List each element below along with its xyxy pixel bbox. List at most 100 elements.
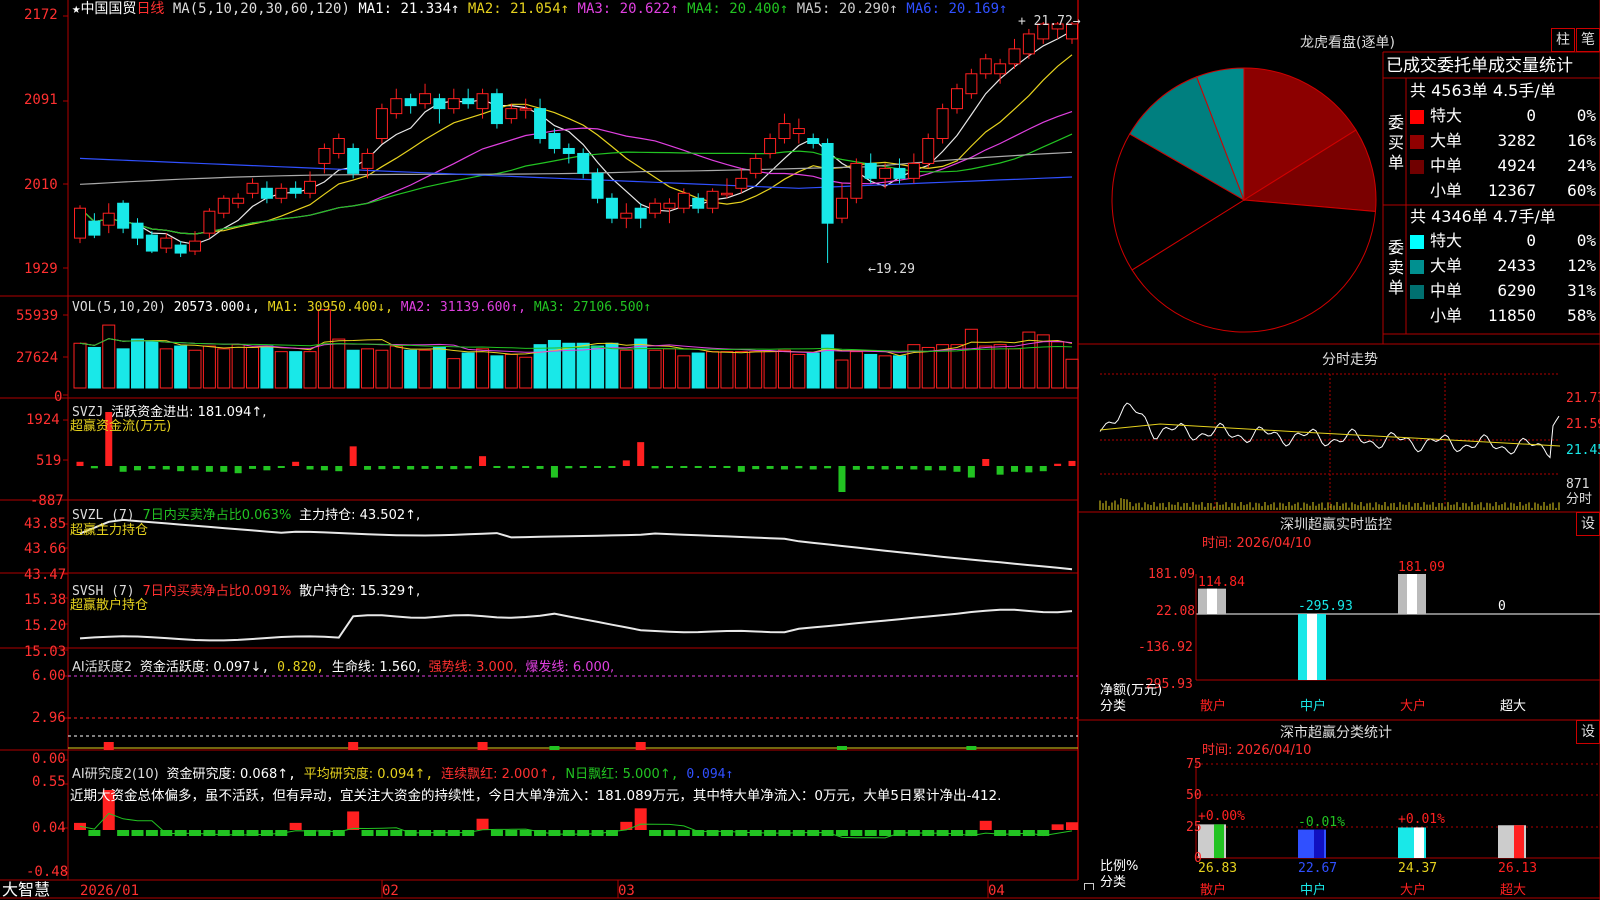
candle-body bbox=[375, 108, 388, 140]
chart-canvas[interactable] bbox=[0, 0, 1600, 900]
y-label-svsh-2: 15.03 bbox=[24, 644, 67, 660]
svzl-title: SVZL (7) bbox=[72, 508, 135, 523]
legend-swatch bbox=[1410, 184, 1424, 199]
svzj-bar bbox=[737, 466, 745, 472]
svzj-bar bbox=[723, 466, 731, 469]
date-label-2: 03 bbox=[618, 883, 635, 899]
volume-bar bbox=[461, 352, 475, 389]
ai1-activity: 资金活跃度: 0.097↓ bbox=[139, 660, 262, 675]
svzj-bar bbox=[824, 466, 832, 469]
row-count: 11850 bbox=[1487, 306, 1536, 325]
volume-bar bbox=[849, 351, 863, 389]
ai1-bar bbox=[348, 742, 359, 750]
svzj-bar bbox=[795, 466, 803, 469]
volume-bar bbox=[1065, 358, 1079, 389]
bar-mode-button[interactable]: 柱 bbox=[1551, 28, 1575, 52]
ai2-bar bbox=[663, 830, 676, 836]
svzj-bar bbox=[809, 466, 817, 470]
szc-change-1: -0.01% bbox=[1298, 814, 1345, 830]
volume-bar bbox=[921, 346, 935, 389]
svzj-bar bbox=[493, 466, 501, 468]
svzj-value: 活跃资金进出: 181.094↑, bbox=[111, 405, 267, 420]
szc-category-3: 超大 bbox=[1500, 883, 1527, 898]
candle-body bbox=[232, 197, 245, 204]
svzj-bar bbox=[766, 466, 774, 469]
main-chart-header: ★中国国贸日线 MA(5,10,20,30,60,120) MA1: 21.33… bbox=[72, 0, 1007, 18]
ai2-bar bbox=[1008, 830, 1021, 836]
ai2-bar bbox=[519, 830, 532, 836]
candle-body bbox=[304, 180, 317, 194]
svzj-bar bbox=[622, 460, 630, 466]
candle-body bbox=[620, 212, 633, 219]
volume-bar bbox=[835, 359, 849, 389]
ma4-value: MA4: 20.400↑ bbox=[687, 1, 789, 17]
ai2-bar bbox=[289, 822, 302, 830]
sz-class-settings-button[interactable]: 设 bbox=[1576, 720, 1600, 744]
legend-swatch bbox=[1410, 309, 1424, 324]
row-count: 6290 bbox=[1497, 281, 1536, 300]
tick-mode-button[interactable]: 笔 bbox=[1576, 28, 1600, 52]
volume-bar bbox=[892, 355, 906, 389]
y-label-vol-0: 55939 bbox=[16, 308, 59, 324]
svsh-line bbox=[79, 608, 1073, 642]
ma3-value: MA3: 20.622↑ bbox=[577, 1, 679, 17]
volume-bar bbox=[159, 348, 173, 389]
svzj-bar bbox=[90, 466, 98, 469]
volume-bar bbox=[102, 324, 116, 389]
candle-body bbox=[922, 138, 935, 164]
candle-body bbox=[735, 177, 748, 189]
sell-total: 共 4346单 4.7手/单 bbox=[1410, 207, 1556, 226]
volume-bar bbox=[87, 346, 101, 389]
ai2-avg: 平均研究度: 0.094↑ bbox=[303, 767, 426, 782]
stock-name[interactable]: 中国国贸 bbox=[80, 1, 136, 17]
svsh-subtitle: 超赢散户持仓 bbox=[70, 598, 149, 613]
candle-body bbox=[117, 202, 130, 229]
legend-swatch bbox=[1410, 234, 1424, 249]
candle-body bbox=[519, 108, 532, 111]
candle-body bbox=[433, 98, 446, 110]
volume-bar bbox=[145, 341, 159, 389]
svzj-bar bbox=[910, 466, 918, 470]
ai1-bar bbox=[549, 746, 560, 750]
intraday-title: 分时走势 bbox=[1322, 352, 1378, 368]
candle-body bbox=[102, 212, 115, 226]
date-label-0: 2026/01 bbox=[80, 883, 140, 899]
svzj-bar bbox=[996, 466, 1004, 475]
ai2-bar bbox=[620, 821, 633, 830]
volume-bar bbox=[648, 349, 662, 389]
y-label-svzj-2: -887 bbox=[30, 493, 64, 509]
volume-bar bbox=[260, 345, 274, 389]
vol-header: VOL(5,10,20) 20573.000↓, MA1: 30950.400↓… bbox=[72, 300, 652, 315]
sz-monitor-settings-button[interactable]: 设 bbox=[1576, 512, 1600, 536]
sz-monitor-time: 时间: 2026/04/10 bbox=[1202, 536, 1312, 551]
sz-bar-value-2: 181.09 bbox=[1398, 560, 1445, 575]
svzj-bar bbox=[507, 466, 515, 469]
svsh-value: 散户持仓: 15.329↑, bbox=[299, 584, 421, 599]
candle-body bbox=[605, 197, 618, 219]
candle-body bbox=[979, 58, 992, 75]
row-label: 大单 bbox=[1430, 131, 1463, 150]
svsh-title: SVSH (7) bbox=[72, 584, 135, 599]
ai2-bar bbox=[677, 830, 690, 836]
svzj-bar bbox=[982, 458, 990, 466]
ai2-bar bbox=[994, 830, 1007, 836]
volume-bar bbox=[749, 351, 763, 389]
candle-body bbox=[692, 197, 705, 209]
svzj-bar bbox=[349, 446, 357, 466]
svzj-bar bbox=[608, 466, 616, 468]
sell-orders-label: 委卖单 bbox=[1388, 238, 1405, 297]
candle-body bbox=[893, 167, 906, 179]
volume-bar bbox=[993, 344, 1007, 389]
ai2-bar bbox=[950, 830, 963, 836]
candle-body bbox=[390, 98, 403, 115]
vol-ma1: MA1: 30950.400↓ bbox=[267, 300, 386, 315]
ai2-comment: 近期大资金总体偏多，虽不活跃，但有异动，宜关注大资金的持续性，今日大单净流入：1… bbox=[70, 788, 1002, 804]
period-label[interactable]: 日线 bbox=[136, 1, 164, 17]
svzl-desc: 7日内买卖净占比0.063% bbox=[142, 508, 292, 523]
volume-bar bbox=[864, 353, 878, 389]
legend-swatch bbox=[1410, 259, 1424, 274]
candle-body bbox=[476, 93, 489, 110]
svzj-bar bbox=[881, 466, 889, 470]
candle-body bbox=[160, 237, 173, 249]
low-price-label: 19.29 bbox=[875, 262, 915, 277]
